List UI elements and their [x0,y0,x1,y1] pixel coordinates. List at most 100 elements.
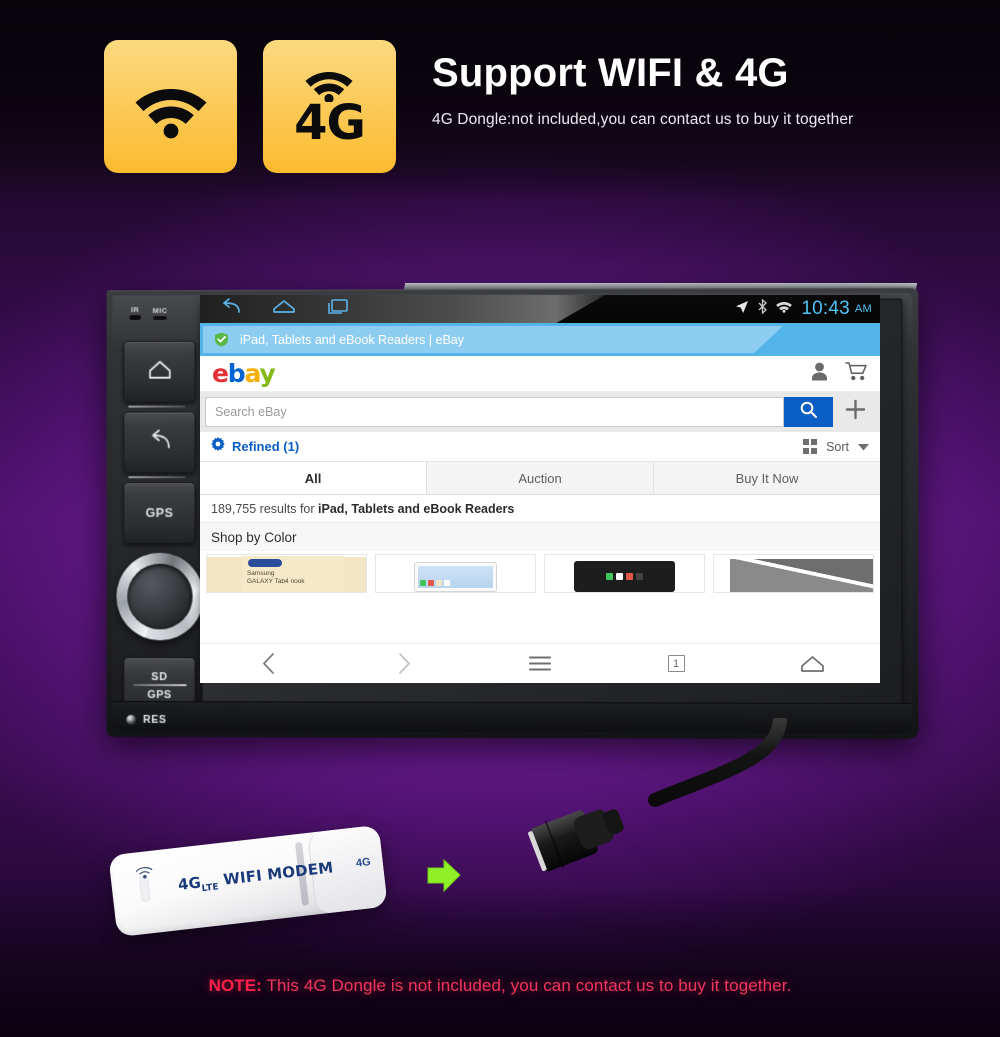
gps-slot-label: GPS [147,688,172,701]
mic-icon [152,314,168,321]
browser-home-button[interactable] [744,655,880,673]
browser-active-tab[interactable]: iPad, Tablets and eBook Readers | eBay [203,326,783,353]
usb-extension-cable [470,711,830,898]
product-thumbnail[interactable] [544,554,705,593]
refined-filter[interactable]: Refined (1) [211,437,299,456]
recent-apps-icon[interactable] [326,298,350,320]
chevron-right-icon [398,653,410,674]
dongle-brand-sub: LTE [201,882,220,895]
sd-slot-line [132,683,187,686]
home-icon[interactable] [272,298,296,320]
add-button[interactable] [833,399,877,425]
thumbnail-caption: Samsung GALAXY Tab4 nook [247,570,305,586]
ebay-header: ebay [200,356,880,392]
thumbnail-image [414,562,497,592]
browser-tabs-button[interactable]: 1 [608,655,744,672]
sensor-row: IR MIC [124,303,197,323]
browser-menu-button[interactable] [472,655,608,672]
browser-tab-bar: iPad, Tablets and eBook Readers | eBay [200,323,880,356]
button-separator-2 [128,476,186,479]
home-icon [800,655,824,672]
unit-left-controls: IR MIC GPS SD GPS [116,299,204,733]
reset-area[interactable]: RES [120,711,269,729]
cart-icon[interactable] [845,361,868,386]
thumbnail-image [729,559,873,592]
android-nav-buttons [200,298,350,320]
back-arrow-icon [147,428,173,457]
shop-by-color-row: Shop by Color [200,523,880,551]
results-text: 189,755 results for iPad, Tablets and eB… [211,502,514,516]
ebay-search-row: Search eBay [200,392,880,432]
car-stereo-unit: IR MIC GPS SD GPS RES 10:43 AM iPad, Tab… [104,283,919,740]
fourg-badge-label: 4G [294,95,366,152]
ebay-refine-row: Refined (1) Sort [200,432,880,462]
volume-knob[interactable] [116,552,204,641]
thumbnail-line2: GALAXY Tab4 nook [246,578,305,586]
search-button[interactable] [784,397,833,427]
thumbnail-image [573,561,676,592]
shop-by-color-label: Shop by Color [211,529,297,545]
header-banner: 4G Support WIFI & 4G 4G Dongle:not inclu… [104,40,853,173]
user-icon[interactable] [811,362,828,386]
tab-auction[interactable]: Auction [427,462,654,494]
product-thumbnail-row: Samsung GALAXY Tab4 nook [200,551,880,593]
browser-tab-title: iPad, Tablets and eBook Readers | eBay [240,332,464,347]
tab-all[interactable]: All [200,462,427,494]
note-prefix: NOTE: [208,976,262,995]
product-thumbnail[interactable] [713,554,874,593]
plus-icon [845,399,866,425]
hamburger-icon [529,656,551,671]
signal-wave-icon [134,865,156,886]
note-body: This 4G Dongle is not included, you can … [262,976,792,995]
product-thumbnail[interactable] [375,554,536,593]
dongle-brand: 4G [176,873,203,894]
tab-buy-it-now[interactable]: Buy It Now [654,462,880,494]
unit-home-button[interactable] [123,340,196,403]
thumbnail-image: Samsung GALAXY Tab4 nook [241,556,344,592]
wifi-icon [776,300,793,318]
page-subtitle: 4G Dongle:not included,you can contact u… [432,111,854,128]
reset-button-icon[interactable] [126,714,137,725]
dongle-cap-label: 4G [355,856,372,870]
fourg-badge: 4G [263,40,396,173]
status-bar-icons: 10:43 AM [735,295,872,323]
unit-gps-button[interactable]: GPS [123,482,196,544]
bluetooth-icon [758,298,768,319]
green-arrow-icon [424,858,464,899]
shield-check-icon [214,332,229,347]
reset-label: RES [143,713,167,726]
thumbnail-line1: Samsung [246,570,275,577]
search-icon [800,401,817,423]
results-row: 189,755 results for iPad, Tablets and eB… [200,495,880,523]
status-bar-clock: 10:43 [801,298,850,319]
search-placeholder: Search eBay [215,405,287,419]
sort-label[interactable]: Sort [826,440,849,454]
browser-forward-button[interactable] [336,653,472,674]
home-icon [147,357,173,386]
wifi-icon [129,75,213,139]
samsung-logo-icon [247,559,282,567]
gear-icon [211,437,225,456]
note-text: NOTE: This 4G Dongle is not included, yo… [0,976,1000,996]
grid-view-icon[interactable] [802,439,818,454]
ir-sensor-icon [128,314,143,322]
back-arrow-icon[interactable] [220,298,242,320]
results-prefix: 189,755 results for [211,501,319,516]
ebay-logo[interactable]: ebay [212,359,276,388]
browser-back-button[interactable] [200,653,336,674]
sd-slot-label: SD [151,670,168,683]
knob-core [127,563,193,630]
search-input[interactable]: Search eBay [205,397,784,427]
ir-label: IR [131,305,140,315]
product-thumbnail[interactable]: Samsung GALAXY Tab4 nook [206,554,367,593]
chevron-down-icon[interactable] [858,438,869,456]
refined-label: Refined (1) [232,439,300,454]
tab-count-icon: 1 [667,655,685,672]
results-query: iPad, Tablets and eBook Readers [318,501,515,516]
unit-back-button[interactable] [123,411,196,474]
mic-label: MIC [152,305,168,315]
android-status-bar: 10:43 AM [200,295,880,323]
location-arrow-icon [735,300,749,319]
gps-button-label: GPS [145,506,174,520]
status-bar-ampm: AM [854,303,872,315]
